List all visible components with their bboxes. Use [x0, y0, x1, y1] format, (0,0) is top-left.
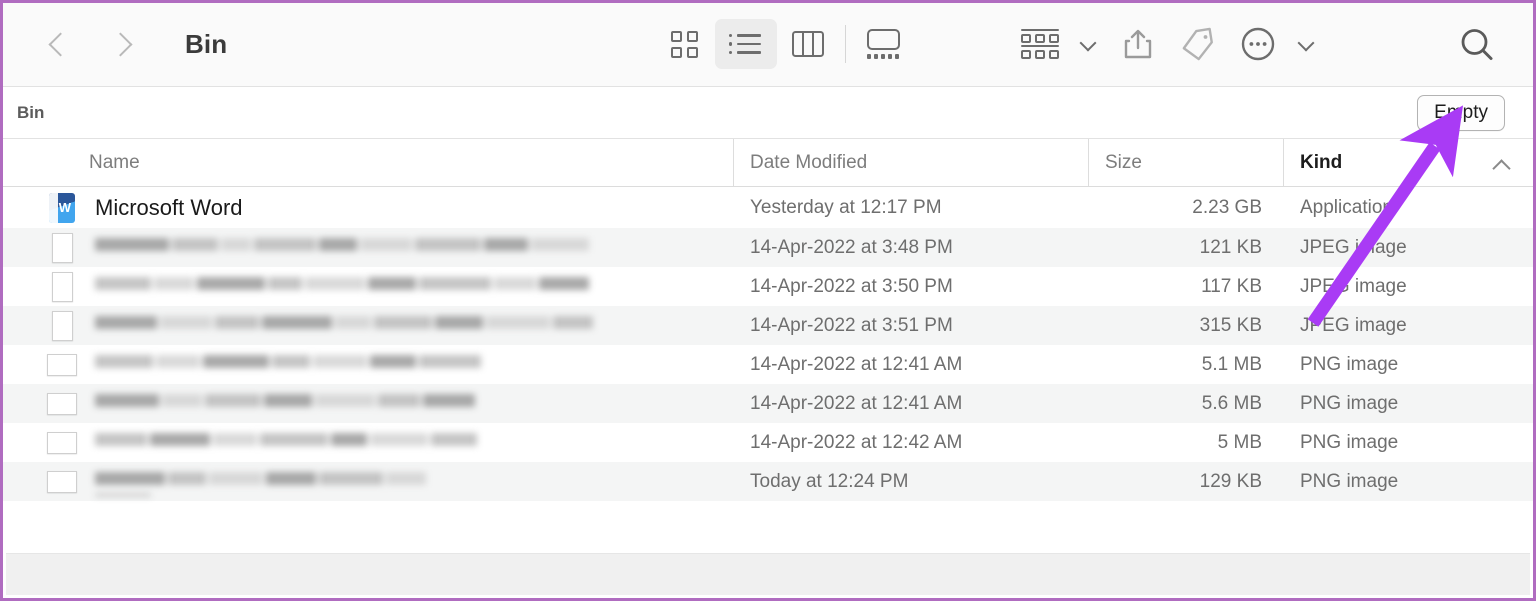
table-row[interactable]: 14-Apr-2022 at 12:41 AM 5.6 MB PNG image — [3, 384, 1533, 423]
file-kind-cell: PNG image — [1300, 392, 1399, 414]
file-date-cell: 14-Apr-2022 at 12:41 AM — [750, 392, 963, 414]
chevron-right-icon — [112, 30, 129, 60]
redacted-file-name — [95, 312, 597, 340]
image-thumbnail-landscape-icon — [47, 350, 77, 380]
more-options-button[interactable] — [1229, 19, 1287, 69]
group-by-button[interactable] — [1011, 19, 1069, 69]
file-date-cell: 14-Apr-2022 at 12:41 AM — [750, 353, 963, 375]
file-size-cell: 2.23 GB — [1192, 196, 1262, 218]
bin-subheader: Bin Empty — [3, 87, 1533, 139]
column-header-date-modified[interactable]: Date Modified — [734, 139, 1089, 186]
forward-button[interactable] — [103, 25, 137, 65]
list-icon — [729, 33, 763, 55]
file-name-cell: Microsoft Word — [3, 192, 734, 223]
finder-window: Bin Bin Empty Name Date Modified Size Ki… — [0, 0, 1536, 601]
share-icon — [1124, 29, 1152, 59]
redacted-file-name — [95, 390, 485, 418]
file-size-cell: 5.6 MB — [1201, 392, 1262, 414]
file-size-cell: 315 KB — [1199, 314, 1262, 336]
file-kind-cell: PNG image — [1300, 470, 1399, 492]
file-kind-cell: JPEG image — [1300, 314, 1407, 336]
share-button[interactable] — [1109, 19, 1167, 69]
columns-icon — [792, 31, 824, 57]
column-header-kind-label: Kind — [1300, 151, 1343, 173]
group-by-icon — [1021, 29, 1059, 59]
file-list: Microsoft Word Yesterday at 12:17 PM 2.2… — [3, 187, 1533, 501]
column-header-size[interactable]: Size — [1089, 139, 1284, 186]
navigation-buttons — [3, 25, 137, 65]
file-name-cell — [3, 428, 734, 458]
image-thumbnail-portrait-icon — [47, 232, 77, 263]
file-size-cell: 121 KB — [1199, 236, 1262, 258]
table-row[interactable]: Today at 12:24 PM 129 KB PNG image — [3, 462, 1533, 501]
redacted-file-name — [95, 273, 593, 301]
sort-ascending-icon — [1494, 159, 1509, 174]
file-date-cell: 14-Apr-2022 at 3:51 PM — [750, 314, 953, 336]
file-name-cell — [3, 389, 734, 419]
toolbar-actions — [1011, 15, 1325, 73]
file-size-cell: 129 KB — [1199, 470, 1262, 492]
redacted-file-name — [95, 351, 487, 379]
file-size-cell: 5 MB — [1217, 431, 1262, 453]
tags-button[interactable] — [1169, 19, 1227, 69]
image-thumbnail-portrait-icon — [47, 310, 77, 341]
view-mode-icon-button[interactable] — [653, 19, 715, 69]
file-kind-cell: Application — [1300, 196, 1393, 218]
table-row[interactable]: 14-Apr-2022 at 3:50 PM 117 KB JPEG image — [3, 267, 1533, 306]
image-thumbnail-portrait-icon — [47, 271, 77, 302]
file-size-cell: 5.1 MB — [1201, 353, 1262, 375]
window-title: Bin — [185, 29, 228, 59]
view-mode-column-button[interactable] — [777, 19, 839, 69]
empty-bin-button[interactable]: Empty — [1417, 94, 1505, 131]
file-name-cell — [3, 271, 734, 302]
file-date-cell: Today at 12:24 PM — [750, 470, 909, 492]
column-header-name[interactable]: Name — [3, 139, 734, 186]
image-thumbnail-landscape-icon — [47, 389, 77, 419]
view-mode-group — [653, 15, 914, 73]
search-icon — [1461, 29, 1493, 60]
image-thumbnail-landscape-icon — [47, 467, 77, 497]
ellipsis-circle-icon — [1241, 27, 1275, 61]
table-row[interactable]: Microsoft Word Yesterday at 12:17 PM 2.2… — [3, 187, 1533, 228]
file-date-cell: 14-Apr-2022 at 12:42 AM — [750, 431, 963, 453]
image-thumbnail-landscape-icon — [47, 428, 77, 458]
file-size-cell: 117 KB — [1201, 275, 1262, 297]
word-app-icon — [47, 192, 77, 223]
redacted-file-name — [95, 234, 595, 262]
file-kind-cell: JPEG image — [1300, 275, 1407, 297]
view-mode-list-button[interactable] — [715, 19, 777, 69]
file-kind-cell: JPEG image — [1300, 236, 1407, 258]
file-name-cell — [3, 310, 734, 341]
toolbar: Bin — [3, 3, 1533, 87]
file-name-cell — [3, 467, 734, 497]
redacted-file-name — [95, 468, 481, 496]
toolbar-divider — [845, 25, 846, 63]
table-row[interactable]: 14-Apr-2022 at 12:41 AM 5.1 MB PNG image — [3, 345, 1533, 384]
tag-icon — [1182, 27, 1213, 61]
file-name-cell — [3, 232, 734, 263]
search-button[interactable] — [1451, 19, 1503, 71]
redacted-file-name — [95, 429, 483, 457]
column-header-row: Name Date Modified Size Kind — [3, 139, 1533, 187]
file-kind-cell: PNG image — [1300, 431, 1399, 453]
view-mode-gallery-button[interactable] — [852, 19, 914, 69]
file-kind-cell: PNG image — [1300, 353, 1399, 375]
file-name-label: Microsoft Word — [95, 194, 243, 220]
group-by-chevron-down-icon[interactable] — [1081, 37, 1095, 51]
file-date-cell: 14-Apr-2022 at 3:48 PM — [750, 236, 953, 258]
file-date-cell: Yesterday at 12:17 PM — [750, 196, 942, 218]
file-name-cell — [3, 350, 734, 380]
column-header-kind[interactable]: Kind — [1284, 139, 1533, 186]
bin-label: Bin — [17, 102, 45, 122]
back-button[interactable] — [41, 25, 75, 65]
grid-icon — [670, 30, 698, 58]
more-chevron-down-icon[interactable] — [1299, 37, 1313, 51]
file-date-cell: 14-Apr-2022 at 3:50 PM — [750, 275, 953, 297]
status-bar — [6, 553, 1530, 595]
gallery-icon — [866, 29, 900, 59]
table-row[interactable]: 14-Apr-2022 at 3:48 PM 121 KB JPEG image — [3, 228, 1533, 267]
table-row[interactable]: 14-Apr-2022 at 3:51 PM 315 KB JPEG image — [3, 306, 1533, 345]
chevron-left-icon — [50, 30, 67, 60]
table-row[interactable]: 14-Apr-2022 at 12:42 AM 5 MB PNG image — [3, 423, 1533, 462]
